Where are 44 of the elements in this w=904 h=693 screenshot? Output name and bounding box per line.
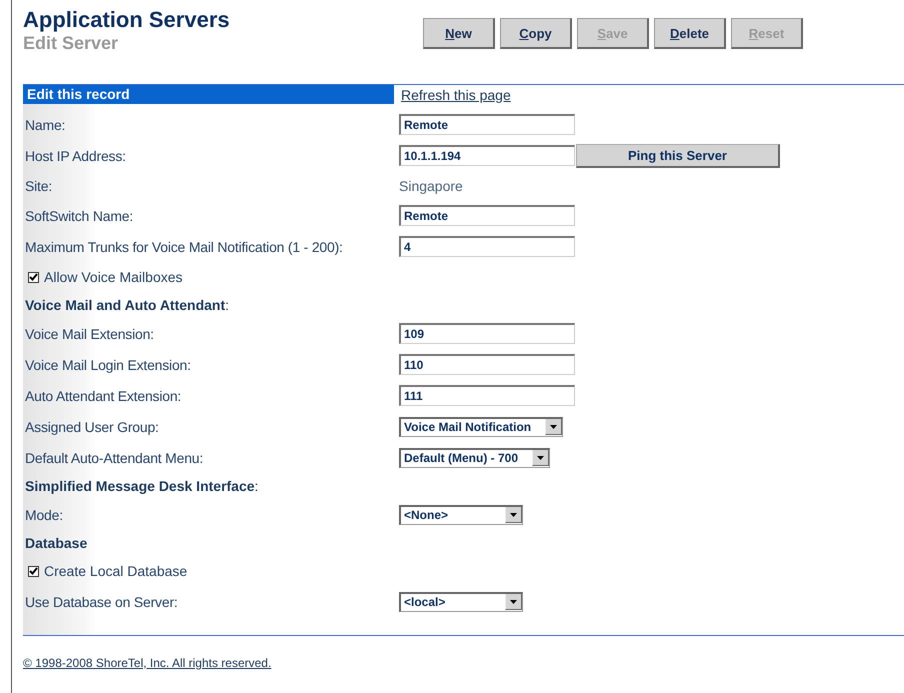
field-label: Site: (24, 178, 54, 194)
field-value: Singapore (399, 178, 463, 194)
field-label: Maximum Trunks for Voice Mail Notification (1 - 200): (24, 238, 344, 254)
refresh-link[interactable]: Refresh this page (401, 86, 511, 102)
caret-icon (545, 419, 562, 435)
input-field[interactable]: 10.1.1.194 (399, 145, 575, 166)
copyright-link[interactable]: © 1998-2008 ShoreTel, Inc. All rights reserved. (23, 656, 272, 670)
checkbox-label: Create Local Database (44, 563, 188, 579)
field-label: Name: (24, 116, 66, 132)
field-label: Host IP Address: (24, 148, 127, 164)
field-label: Assigned User Group: (24, 418, 160, 434)
toolbar-button[interactable]: Delete (654, 18, 726, 49)
page-subtitle: Edit Server (23, 32, 120, 54)
dropdown[interactable]: Default (Menu) - 700 (399, 448, 550, 468)
section-heading: Database (24, 535, 88, 551)
input-field[interactable]: 109 (399, 323, 575, 344)
dropdown[interactable]: Voice Mail Notification (399, 416, 564, 436)
field-label: Auto Attendant Extension: (24, 388, 182, 404)
checkbox[interactable] (28, 272, 39, 282)
toolbar-button[interactable]: New (423, 18, 495, 49)
field-label: SoftSwitch Name: (24, 208, 134, 224)
dropdown[interactable]: <None> (399, 504, 523, 524)
caret-icon (505, 507, 522, 523)
page-title: Application Servers (23, 8, 231, 32)
input-field[interactable]: 110 (399, 354, 575, 375)
field-label: Use Database on Server: (24, 594, 179, 610)
section-header: Edit this record (23, 85, 394, 104)
toolbar-button[interactable]: Copy (500, 18, 572, 49)
field-label: Voice Mail Login Extension: (24, 356, 192, 372)
caret-icon (532, 450, 550, 466)
field-label: Mode: (24, 506, 64, 522)
dropdown[interactable]: <local> (399, 592, 523, 612)
section-heading: Simplified Message Desk Interface: (24, 478, 258, 494)
input-field[interactable]: 111 (399, 385, 575, 406)
caret-icon (505, 594, 522, 610)
section-heading: Voice Mail and Auto Attendant: (24, 297, 230, 313)
input-field[interactable]: Remote (399, 205, 575, 226)
field-label: Voice Mail Extension: (24, 326, 155, 342)
checkbox-label: Allow Voice Mailboxes (44, 269, 183, 285)
input-field[interactable]: 4 (399, 236, 575, 257)
checkbox[interactable] (28, 566, 39, 576)
ping-button[interactable]: Ping this Server (576, 144, 780, 168)
field-label: Default Auto-Attendant Menu: (24, 450, 204, 466)
input-field[interactable]: Remote (399, 114, 575, 135)
